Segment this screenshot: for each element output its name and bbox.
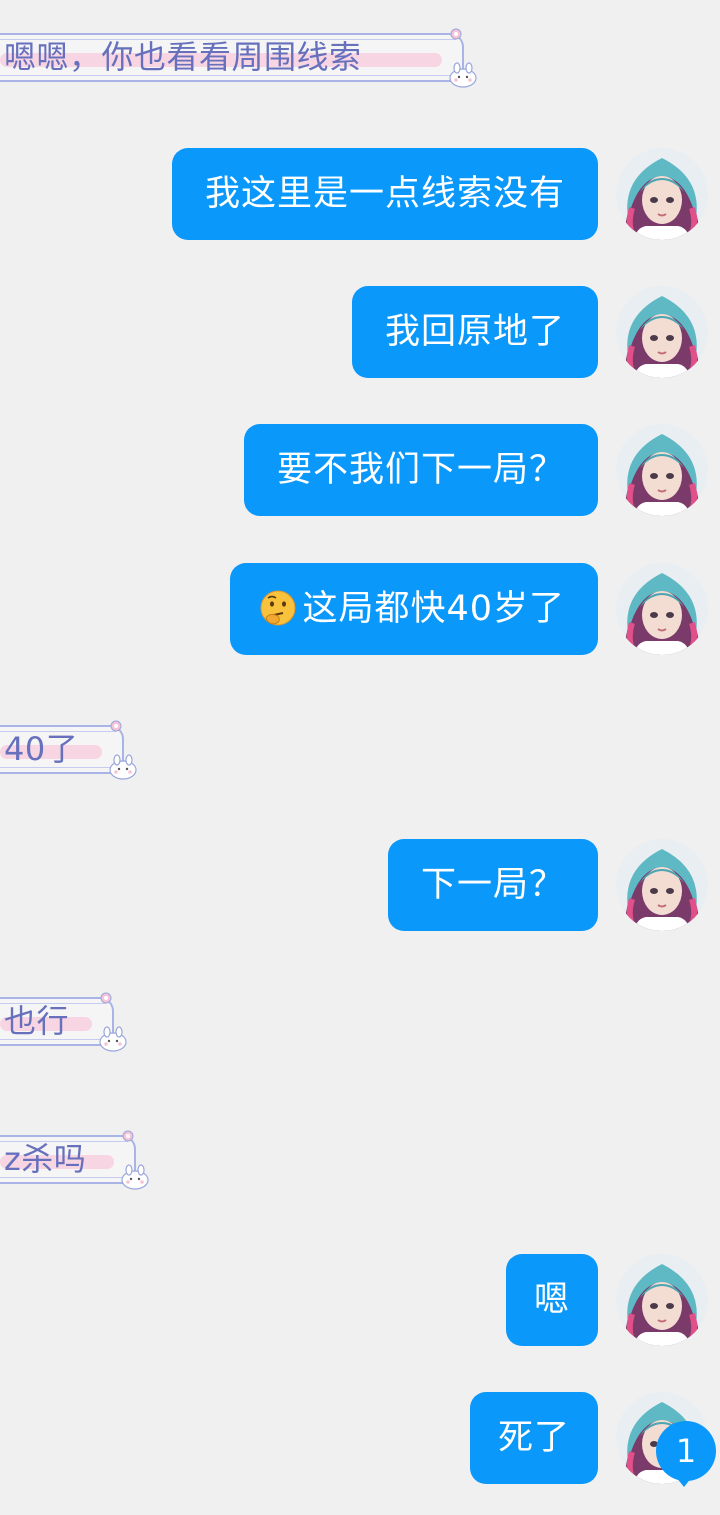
avatar[interactable] xyxy=(616,563,708,655)
anime-girl-avatar-icon xyxy=(616,1254,708,1346)
anime-girl-avatar-icon xyxy=(616,286,708,378)
outgoing-message-text: 我这里是一点线索没有 xyxy=(204,174,565,214)
outgoing-message-bubble[interactable]: 我回原地了 xyxy=(351,286,598,378)
thinking-face-emoji-icon xyxy=(260,590,296,626)
bunny-icon xyxy=(109,754,137,780)
chat-message-list[interactable]: 嗯嗯，你也看看周围线索 我这里是一点线索没有 我回原地了 要不我们下一局？ 这局… xyxy=(0,0,720,1515)
outgoing-message-row: 要不我们下一局？ xyxy=(0,424,720,518)
avatar[interactable] xyxy=(616,1254,708,1346)
flower-icon xyxy=(110,720,122,732)
outgoing-message-text: 下一局？ xyxy=(420,865,565,905)
anime-girl-avatar-icon xyxy=(616,424,708,516)
unread-count-badge[interactable]: 1 xyxy=(656,1421,716,1487)
flower-icon xyxy=(122,1130,134,1142)
outgoing-message-row: 死了 xyxy=(0,1392,720,1486)
incoming-message-bubble[interactable]: z杀吗 xyxy=(0,1128,150,1190)
avatar[interactable] xyxy=(616,148,708,240)
outgoing-message-row: 这局都快40岁了 xyxy=(0,563,720,657)
outgoing-message-text: 死了 xyxy=(497,1418,570,1458)
outgoing-message-row: 我回原地了 xyxy=(0,286,720,380)
incoming-message-bubble[interactable]: 40了 xyxy=(0,718,138,780)
anime-girl-avatar-icon xyxy=(616,839,708,931)
incoming-message-bubble[interactable]: 也行 xyxy=(0,990,128,1052)
outgoing-message-text: 这局都快40岁了 xyxy=(302,589,565,629)
anime-girl-avatar-icon xyxy=(616,563,708,655)
outgoing-message-bubble[interactable]: 嗯 xyxy=(505,1254,598,1346)
flower-icon xyxy=(450,28,462,40)
outgoing-message-bubble[interactable]: 我这里是一点线索没有 xyxy=(171,148,598,240)
incoming-message-bubble[interactable]: 嗯嗯，你也看看周围线索 xyxy=(0,26,478,88)
avatar[interactable] xyxy=(616,286,708,378)
outgoing-message-bubble[interactable]: 死了 xyxy=(469,1392,598,1484)
incoming-message-text: z杀吗 xyxy=(4,1140,87,1178)
anime-girl-avatar-icon xyxy=(616,148,708,240)
bunny-icon xyxy=(449,62,477,88)
bunny-icon xyxy=(121,1164,149,1190)
avatar[interactable] xyxy=(616,839,708,931)
unread-count-text: 1 xyxy=(675,1432,697,1470)
outgoing-message-text: 要不我们下一局？ xyxy=(276,450,565,490)
incoming-message-text: 40了 xyxy=(4,730,79,768)
outgoing-message-row: 下一局？ xyxy=(0,839,720,933)
incoming-message-text: 也行 xyxy=(4,1002,70,1040)
outgoing-message-row: 嗯 xyxy=(0,1254,720,1348)
incoming-message-text: 嗯嗯，你也看看周围线索 xyxy=(4,38,362,76)
outgoing-message-bubble[interactable]: 这局都快40岁了 xyxy=(230,563,598,655)
outgoing-message-row: 我这里是一点线索没有 xyxy=(0,148,720,242)
avatar[interactable] xyxy=(616,424,708,516)
outgoing-message-bubble[interactable]: 下一局？ xyxy=(387,839,598,931)
outgoing-message-bubble[interactable]: 要不我们下一局？ xyxy=(243,424,598,516)
outgoing-message-text: 我回原地了 xyxy=(384,312,565,352)
bunny-icon xyxy=(99,1026,127,1052)
flower-icon xyxy=(100,992,112,1004)
outgoing-message-text: 嗯 xyxy=(533,1280,570,1320)
